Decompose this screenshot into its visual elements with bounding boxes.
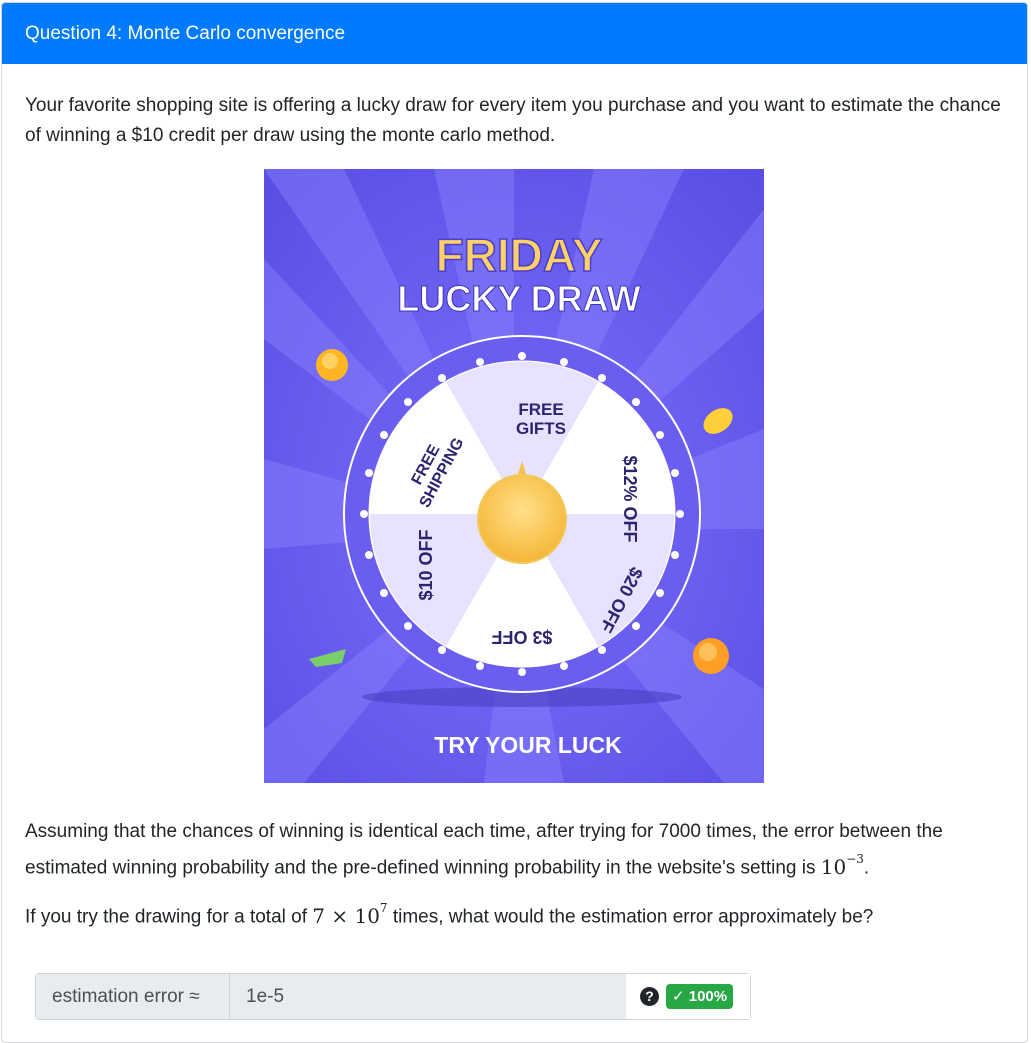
assumption-line2: estimated winning probability and the pr… — [25, 857, 816, 879]
question-title: Question 4: Monte Carlo convergence — [25, 23, 346, 44]
answer-input[interactable]: 1e-5 — [230, 974, 626, 1019]
question-assumption: Assuming that the chances of winning is … — [25, 817, 1005, 884]
prize-wheel: FREE GIFTS $12% OFF $20 OFF $3 OFF $10 O… — [343, 335, 701, 693]
prompt-trials-math: 7 × 107 — [312, 901, 388, 928]
segment-10-off: $10 OFF — [416, 529, 436, 600]
poster-footer: TRY YOUR LUCK — [434, 732, 622, 758]
segment-3-off: $3 OFF — [491, 627, 552, 647]
question-header: Question 4: Monte Carlo convergence — [2, 3, 1027, 64]
poster-title-bottom: LUCKY DRAW — [397, 278, 640, 319]
assumption-math-exp: −3 — [846, 852, 864, 866]
question-intro: Your favorite shopping site is offering … — [25, 95, 1001, 146]
segment-free-gifts-line1: FREE — [518, 400, 563, 419]
question-prompt: If you try the drawing for a total of 7 … — [25, 896, 1005, 933]
assumption-math-base: 10 — [820, 854, 847, 879]
question-body: Your favorite shopping site is offering … — [2, 64, 1027, 1042]
score-badge: ✓ 100% — [666, 984, 734, 1009]
coin-left — [316, 349, 348, 381]
answer-input-group: estimation error ≈ 1e-5 ? ✓ 100% — [35, 973, 751, 1020]
prompt-after: times, what would the estimation error a… — [392, 906, 874, 928]
assumption-end: . — [863, 857, 870, 879]
wheel-hub — [477, 474, 567, 564]
answer-label: estimation error ≈ — [36, 974, 230, 1019]
coin-right-bottom — [693, 638, 729, 674]
segment-12-off: $12% OFF — [620, 455, 640, 542]
lucky-draw-image: FRIDAY LUCKY DRAW FREE GIFTS $12% OFF $2… — [264, 169, 764, 783]
prompt-before: If you try the drawing for a total of — [25, 906, 307, 928]
help-icon[interactable]: ? — [640, 987, 659, 1006]
assumption-error-math: 10−3 — [820, 852, 864, 879]
assumption-line1: Assuming that the chances of winning is … — [25, 821, 943, 842]
prompt-math-base: 7 × 10 — [312, 903, 380, 928]
answer-status: ? ✓ 100% — [626, 974, 750, 1019]
segment-free-gifts-line2: GIFTS — [516, 419, 566, 438]
question-card: Question 4: Monte Carlo convergence Your… — [1, 2, 1028, 1043]
prompt-math-exp: 7 — [379, 901, 388, 915]
poster-title-top: FRIDAY — [436, 229, 603, 281]
